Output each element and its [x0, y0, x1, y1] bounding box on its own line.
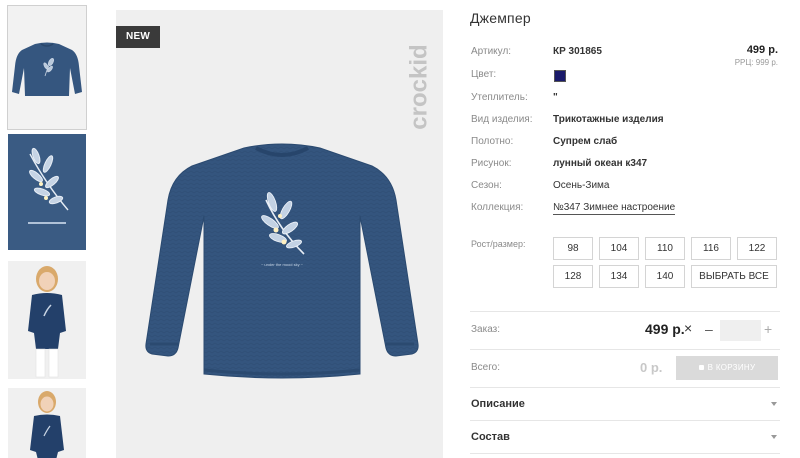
- add-to-cart-label: В КОРЗИНУ: [707, 363, 756, 372]
- accordion-composition[interactable]: Состав: [471, 431, 779, 443]
- attr-row-article: Артикул: КР 301865: [470, 46, 780, 62]
- attr-label: Вид изделия:: [471, 114, 533, 125]
- attr-label: Цвет:: [471, 69, 497, 80]
- brand-logo: crockid: [405, 22, 433, 152]
- model-photo-image: [8, 261, 86, 379]
- attr-row-season: Сезон: Осень-Зима: [470, 180, 780, 196]
- attr-value: Осень-Зима: [553, 180, 610, 191]
- print-caption: ~ under the mood sky ~: [261, 262, 304, 267]
- main-product-image[interactable]: NEW crockid ~ under the mood sky ~: [116, 10, 443, 458]
- attr-value: Трикотажные изделия: [553, 114, 664, 125]
- order-price: 499 р.: [645, 321, 685, 337]
- product-title: Джемпер: [470, 10, 531, 26]
- chevron-down-icon: [771, 402, 777, 406]
- thumbnail-print-closeup[interactable]: [8, 134, 86, 250]
- attr-label: Коллекция:: [471, 202, 524, 213]
- attr-label: Полотно:: [471, 136, 514, 147]
- accordion-title: Состав: [471, 431, 510, 443]
- size-button-110[interactable]: 110: [645, 237, 685, 260]
- color-swatch[interactable]: [554, 70, 566, 82]
- attr-value: ": [553, 92, 558, 103]
- size-button-116[interactable]: 116: [691, 237, 731, 260]
- divider: [470, 420, 780, 421]
- chevron-down-icon: [771, 435, 777, 439]
- size-button-104[interactable]: 104: [599, 237, 639, 260]
- attr-value: КР 301865: [553, 46, 602, 57]
- size-button-98[interactable]: 98: [553, 237, 593, 260]
- divider: [470, 311, 780, 312]
- print-closeup-image: [8, 134, 86, 250]
- select-all-sizes-button[interactable]: ВЫБРАТЬ ВСЕ: [691, 265, 777, 288]
- model-photo-image-2: [8, 388, 86, 458]
- thumbnail-model-full[interactable]: [8, 261, 86, 379]
- attr-row-collection: Коллекция: №347 Зимнее настроение: [470, 202, 780, 218]
- thumbnail-model-partial[interactable]: [8, 388, 86, 458]
- total-label: Всего:: [471, 362, 500, 373]
- sweater-image: ~ under the mood sky ~: [145, 143, 419, 379]
- quantity-decrease-button[interactable]: –: [705, 321, 713, 337]
- size-button-140[interactable]: 140: [645, 265, 685, 288]
- attr-value: Супрем слаб: [553, 136, 618, 147]
- size-button-128[interactable]: 128: [553, 265, 593, 288]
- accordion-title: Описание: [471, 398, 525, 410]
- size-button-122[interactable]: 122: [737, 237, 777, 260]
- sizes-label: Рост/размер:: [471, 239, 526, 249]
- divider: [470, 453, 780, 454]
- size-button-134[interactable]: 134: [599, 265, 639, 288]
- add-to-cart-button[interactable]: В КОРЗИНУ: [676, 356, 778, 380]
- new-badge: NEW: [116, 26, 160, 48]
- divider: [470, 349, 780, 350]
- quantity-increase-button[interactable]: +: [764, 321, 772, 337]
- divider: [470, 387, 780, 388]
- cart-icon: [698, 365, 704, 371]
- attr-row-type: Вид изделия: Трикотажные изделия: [470, 114, 780, 130]
- attr-row-fabric: Полотно: Супрем слаб: [470, 136, 780, 152]
- quantity-input[interactable]: [720, 320, 761, 341]
- brand-logo-text: crockid: [407, 44, 432, 129]
- accordion-description[interactable]: Описание: [471, 398, 779, 410]
- attr-row-color: Цвет:: [470, 69, 780, 85]
- multiply-sign: ×: [684, 320, 693, 336]
- attr-label: Артикул:: [471, 46, 512, 57]
- collection-link[interactable]: №347 Зимнее настроение: [553, 202, 676, 215]
- attr-label: Утеплитель:: [471, 92, 528, 103]
- order-label: Заказ:: [471, 324, 501, 335]
- attr-row-insulation: Утеплитель: ": [470, 92, 780, 108]
- attr-label: Сезон:: [471, 180, 502, 191]
- attr-row-pattern: Рисунок: лунный океан к347: [470, 158, 780, 174]
- sweater-thumbnail-image: [8, 6, 86, 129]
- total-value: 0 р.: [640, 360, 663, 375]
- thumbnail-front[interactable]: [7, 5, 87, 130]
- attr-value: лунный океан к347: [553, 158, 648, 169]
- attr-label: Рисунок:: [471, 158, 512, 169]
